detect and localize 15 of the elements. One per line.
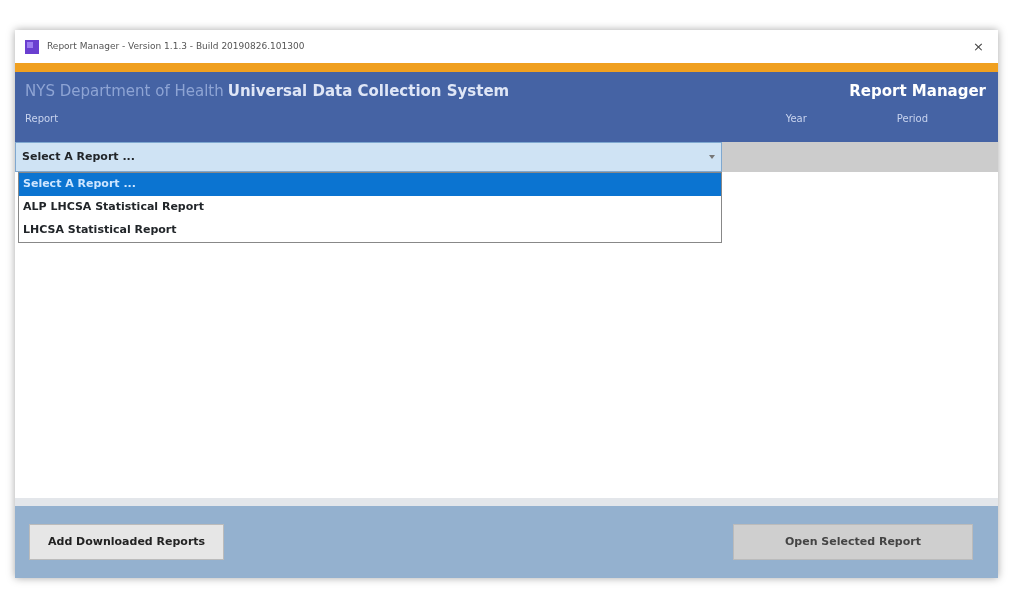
dropdown-option[interactable]: Select A Report ... bbox=[19, 173, 721, 196]
caret-icon bbox=[709, 155, 715, 159]
window-title: Report Manager - Version 1.1.3 - Build 20190826.101300 bbox=[47, 39, 305, 53]
add-reports-button[interactable]: Add Downloaded Reports bbox=[29, 524, 225, 560]
app-icon bbox=[25, 39, 39, 54]
report-dropdown[interactable]: Select A Report ... bbox=[15, 142, 722, 172]
organization-name: NYS Department of Health bbox=[25, 81, 224, 102]
system-name: Universal Data Collection System bbox=[227, 81, 510, 102]
close-button[interactable]: × bbox=[969, 36, 988, 57]
field-label: Period bbox=[896, 111, 928, 126]
field-label: Year bbox=[785, 111, 807, 126]
dropdown-option[interactable]: ALP LHCSA Statistical Report bbox=[19, 196, 721, 219]
app-name: Report Manager bbox=[849, 81, 986, 102]
dropdown-option[interactable]: LHCSA Statistical Report bbox=[19, 219, 721, 242]
field-label: Report bbox=[25, 111, 59, 126]
